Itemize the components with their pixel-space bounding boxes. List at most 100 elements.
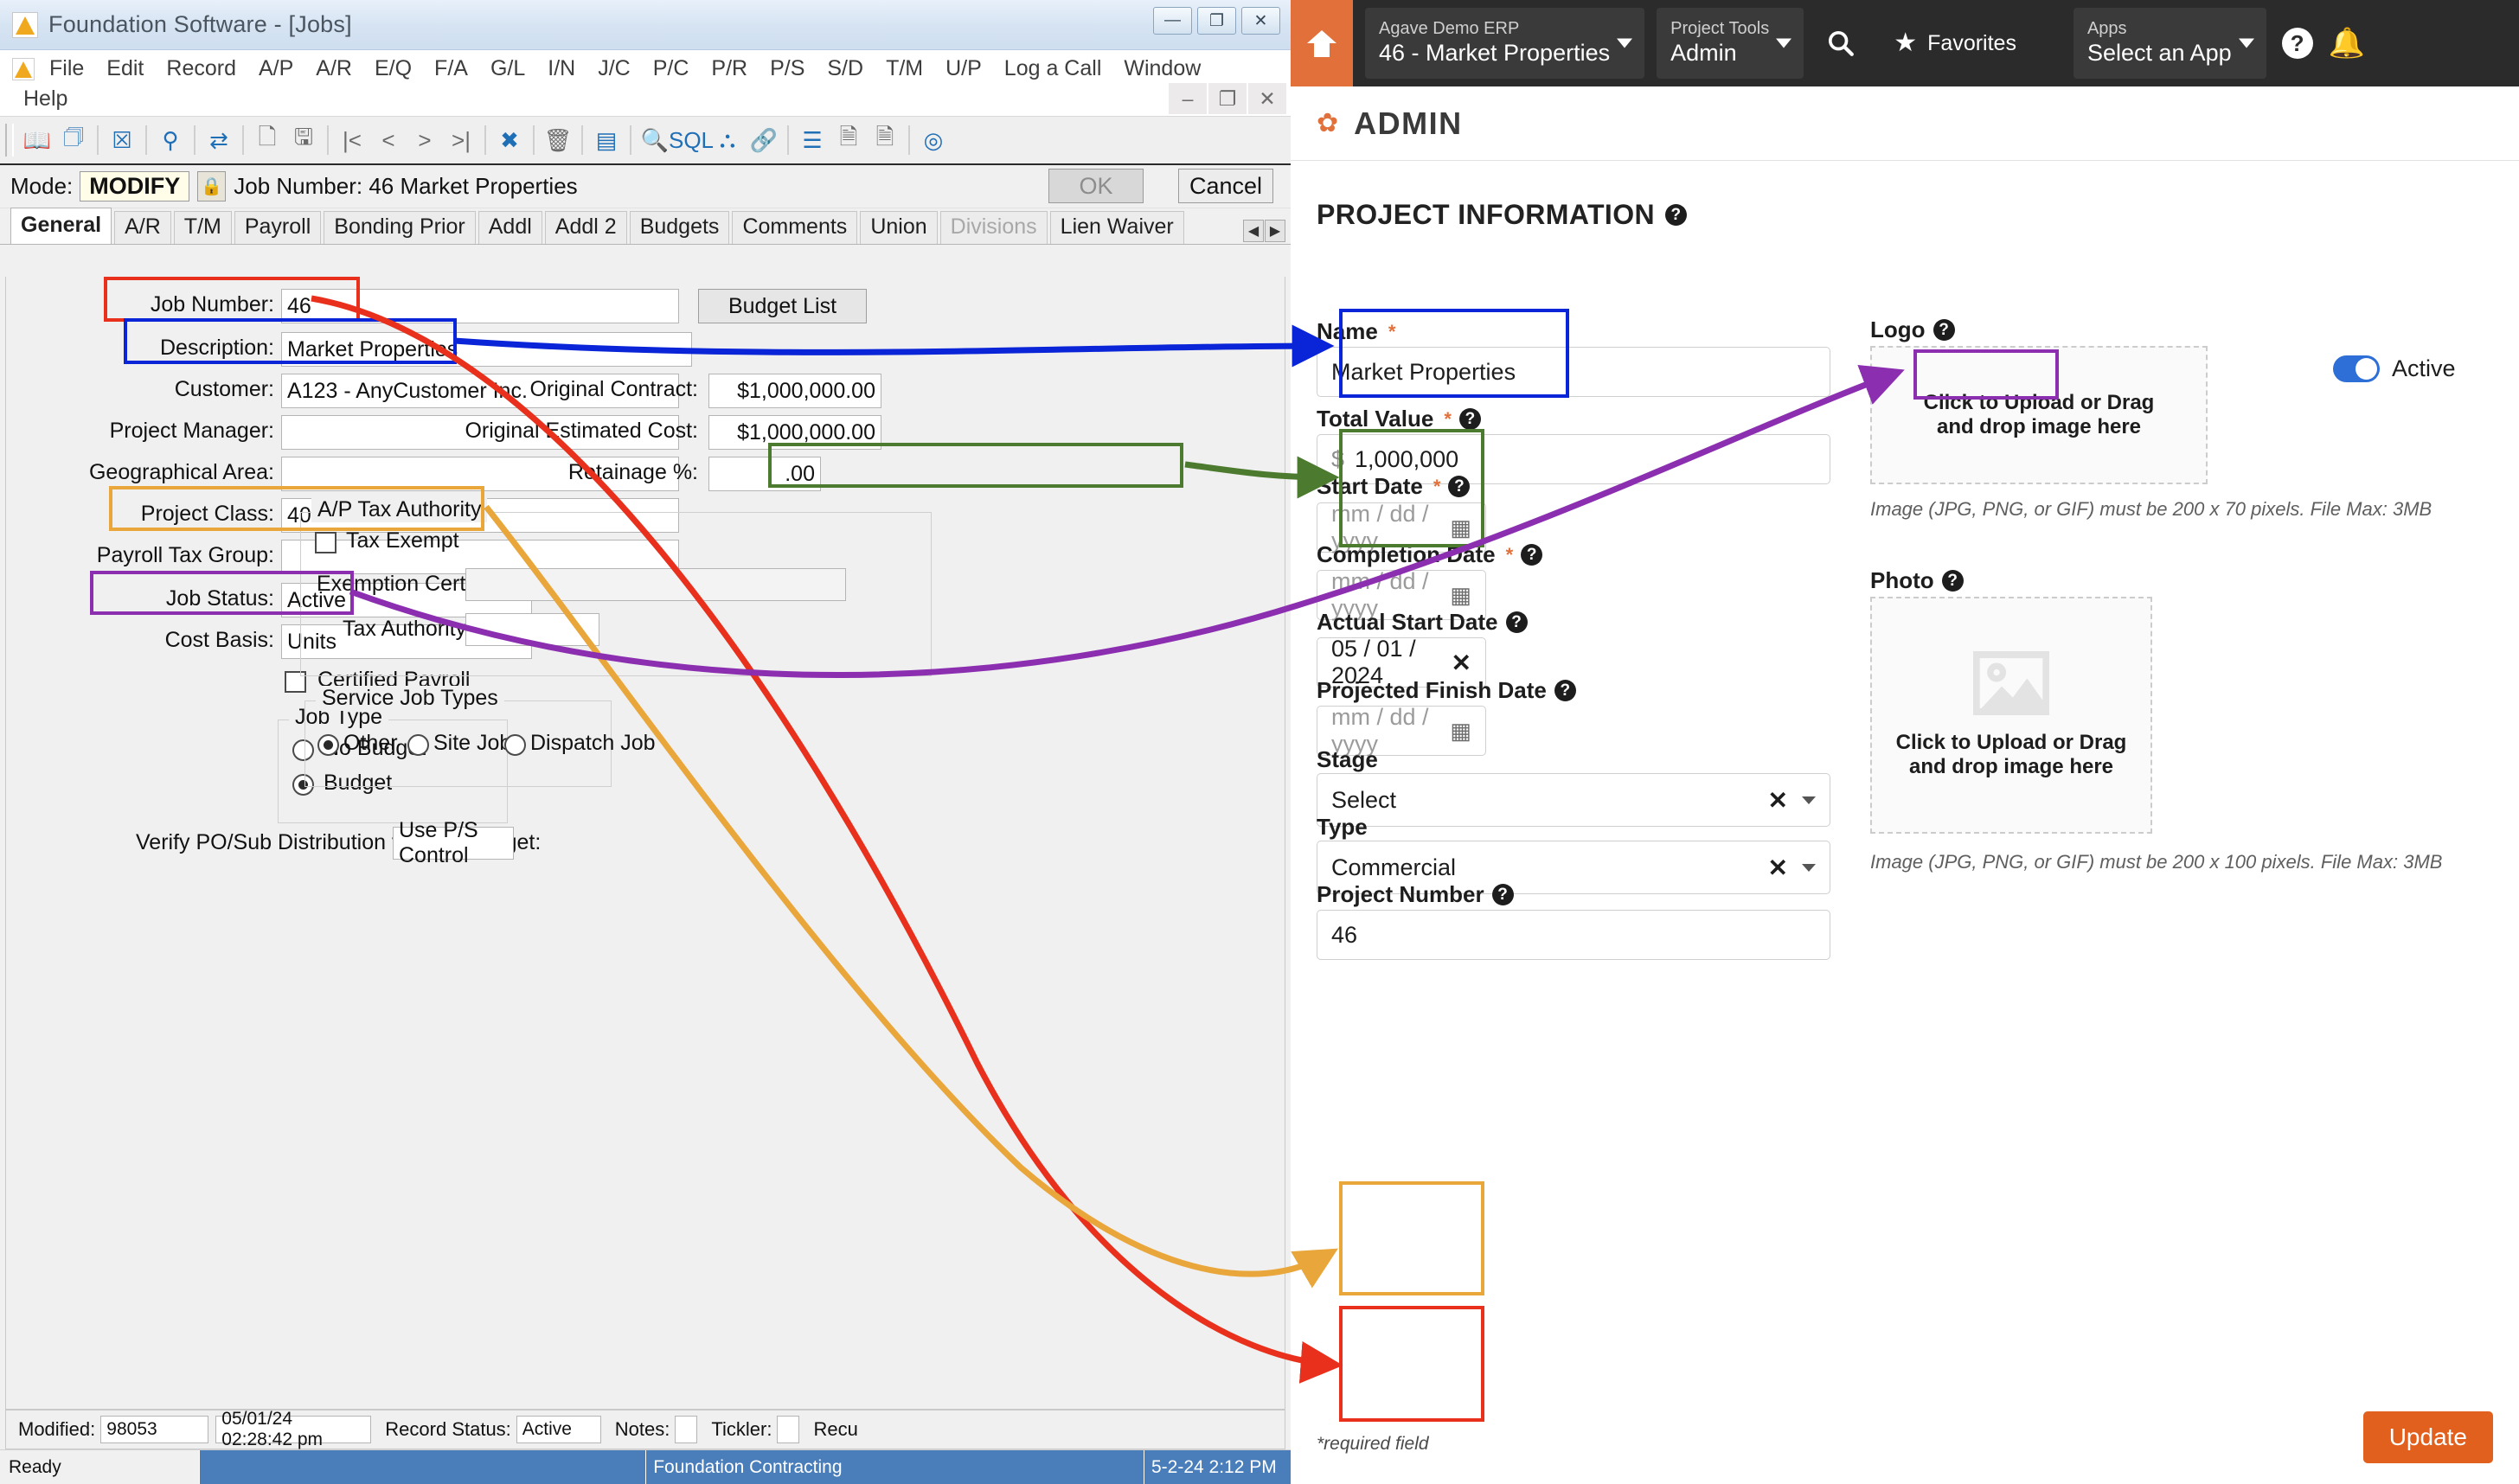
- help-info-icon[interactable]: ?: [1448, 476, 1471, 497]
- help-info-icon[interactable]: ?: [1554, 680, 1576, 701]
- tab-lien-waiver[interactable]: Lien Waiver: [1049, 211, 1184, 244]
- project-number-input[interactable]: 46: [1317, 910, 1830, 960]
- job-number-input[interactable]: 46: [281, 289, 679, 323]
- active-toggle[interactable]: [2333, 355, 2380, 382]
- note-icon[interactable]: 🗎: [830, 122, 867, 158]
- active-toggle-group[interactable]: Active: [2333, 355, 2456, 382]
- chevron-down-icon[interactable]: [1802, 796, 1816, 804]
- location-pin-icon[interactable]: ⚲: [152, 122, 189, 158]
- help-info-icon[interactable]: ?: [1505, 611, 1528, 633]
- tab-scroll-right-icon[interactable]: ▶: [1265, 220, 1285, 242]
- tax-authority-input[interactable]: [465, 613, 599, 646]
- maximize-button[interactable]: ❐: [1197, 7, 1236, 35]
- favorites-button[interactable]: ★ Favorites: [1878, 0, 2032, 86]
- cancel-button[interactable]: Cancel: [1178, 169, 1273, 203]
- home-button[interactable]: [1291, 0, 1353, 86]
- description-input[interactable]: Market Properties: [281, 332, 692, 367]
- link-icon[interactable]: 🔗: [746, 122, 782, 158]
- menu-item-file[interactable]: File: [38, 54, 95, 84]
- tab-addl[interactable]: Addl: [478, 211, 542, 244]
- tab-tm[interactable]: T/M: [173, 211, 232, 244]
- search-button[interactable]: [1804, 0, 1878, 86]
- menu-item-sd[interactable]: S/D: [816, 54, 875, 84]
- help-info-icon[interactable]: ?: [1933, 319, 1955, 341]
- grid-icon[interactable]: ☰: [794, 122, 830, 158]
- window-controls[interactable]: — ❐ ✕: [1153, 7, 1280, 35]
- menu-item-ar[interactable]: A/R: [304, 54, 363, 84]
- mdi-minimize-button[interactable]: –: [1169, 83, 1207, 114]
- lifering-icon[interactable]: ◎: [915, 122, 952, 158]
- help-info-icon[interactable]: ?: [1941, 570, 1964, 592]
- minimize-button[interactable]: —: [1153, 7, 1192, 35]
- name-input[interactable]: Market Properties: [1317, 347, 1586, 397]
- tab-comments[interactable]: Comments: [732, 211, 858, 244]
- flowchart-icon[interactable]: ⛬: [709, 122, 746, 158]
- menu-item-edit[interactable]: Edit: [95, 54, 155, 84]
- name-input-extension[interactable]: [1586, 347, 1830, 397]
- close-button[interactable]: ✕: [1241, 7, 1280, 35]
- tab-general[interactable]: General: [10, 208, 112, 244]
- calendar-icon[interactable]: ▦: [1450, 582, 1471, 609]
- clear-icon[interactable]: ✕: [1768, 854, 1788, 882]
- help-button[interactable]: ?: [2266, 0, 2329, 86]
- tax-exempt-checkbox[interactable]: [315, 532, 337, 553]
- logo-dropzone[interactable]: Click to Upload or Drag and drop image h…: [1870, 346, 2208, 484]
- help-info-icon[interactable]: ?: [1665, 204, 1688, 226]
- menu-item-help[interactable]: Help: [12, 84, 79, 114]
- stage-select[interactable]: Select ✕: [1317, 773, 1830, 827]
- radio-dispatch-job[interactable]: [504, 734, 526, 756]
- apps-selector[interactable]: Apps Select an App: [2073, 8, 2266, 79]
- exemption-certificate-input[interactable]: [465, 568, 846, 601]
- menu-item-fa[interactable]: F/A: [423, 54, 479, 84]
- ok-button[interactable]: OK: [1048, 169, 1144, 203]
- trash-icon[interactable]: 🗑: [540, 122, 576, 158]
- budget-list-button[interactable]: Budget List: [698, 289, 867, 323]
- find-icon[interactable]: 🔍: [637, 122, 673, 158]
- tab-budgets[interactable]: Budgets: [629, 211, 730, 244]
- notifications-button[interactable]: 🔔: [2329, 0, 2381, 86]
- calendar-icon[interactable]: ▦: [1450, 515, 1471, 541]
- clear-icon[interactable]: ✕: [1452, 649, 1471, 677]
- report-icon[interactable]: 🗎: [867, 122, 903, 158]
- menu-item-gl[interactable]: G/L: [479, 54, 536, 84]
- new-document-icon[interactable]: 🗋: [249, 122, 285, 158]
- original-contract-input[interactable]: $1,000,000.00: [708, 374, 881, 408]
- menu-item-ps[interactable]: P/S: [759, 54, 816, 84]
- radio-other[interactable]: [317, 734, 339, 756]
- mdi-close-button[interactable]: ✕: [1248, 83, 1286, 114]
- lock-icon[interactable]: 🔒: [197, 171, 227, 201]
- menu-item-window[interactable]: Window: [1112, 54, 1212, 84]
- book-icon[interactable]: 📖: [19, 122, 55, 158]
- radio-site-job[interactable]: [407, 734, 429, 756]
- tab-union[interactable]: Union: [860, 211, 938, 244]
- menu-item-eq[interactable]: E/Q: [363, 54, 423, 84]
- cancel-box-icon[interactable]: ☒: [104, 122, 140, 158]
- help-info-icon[interactable]: ?: [1458, 408, 1481, 430]
- help-info-icon[interactable]: ?: [1491, 884, 1514, 905]
- project-selector[interactable]: Agave Demo ERP 46 - Market Properties: [1365, 8, 1645, 79]
- calendar-icon[interactable]: ▦: [1450, 718, 1471, 745]
- menu-item-record[interactable]: Record: [155, 54, 247, 84]
- tab-bonding-prior[interactable]: Bonding Prior: [324, 211, 476, 244]
- menu-item-tm[interactable]: T/M: [875, 54, 934, 84]
- tab-payroll[interactable]: Payroll: [234, 211, 322, 244]
- clear-icon[interactable]: ✕: [1768, 786, 1788, 815]
- delete-x-icon[interactable]: ✖: [491, 122, 528, 158]
- help-info-icon[interactable]: ?: [1521, 544, 1543, 566]
- retainage-percent-input[interactable]: .00: [708, 457, 821, 491]
- next-record-icon[interactable]: >: [407, 122, 443, 158]
- menu-item-pc[interactable]: P/C: [642, 54, 701, 84]
- tab-scroll-controls[interactable]: ◀ ▶: [1243, 220, 1285, 242]
- update-button[interactable]: Update: [2362, 1411, 2493, 1463]
- sql-icon[interactable]: SQL: [669, 122, 714, 158]
- menu-item-in[interactable]: I/N: [536, 54, 586, 84]
- photo-dropzone[interactable]: Click to Upload or Drag and drop image h…: [1870, 597, 2152, 834]
- menu-item-pr[interactable]: P/R: [700, 54, 759, 84]
- save-icon[interactable]: 🖫: [285, 122, 322, 158]
- chevron-down-icon[interactable]: [1802, 863, 1816, 872]
- original-estimated-cost-input[interactable]: $1,000,000.00: [708, 415, 881, 450]
- list-icon[interactable]: ▤: [588, 122, 625, 158]
- verify-po-input[interactable]: Use P/S Control: [393, 818, 514, 867]
- toolbar-grip[interactable]: [5, 124, 14, 157]
- menu-item-ap[interactable]: A/P: [247, 54, 304, 84]
